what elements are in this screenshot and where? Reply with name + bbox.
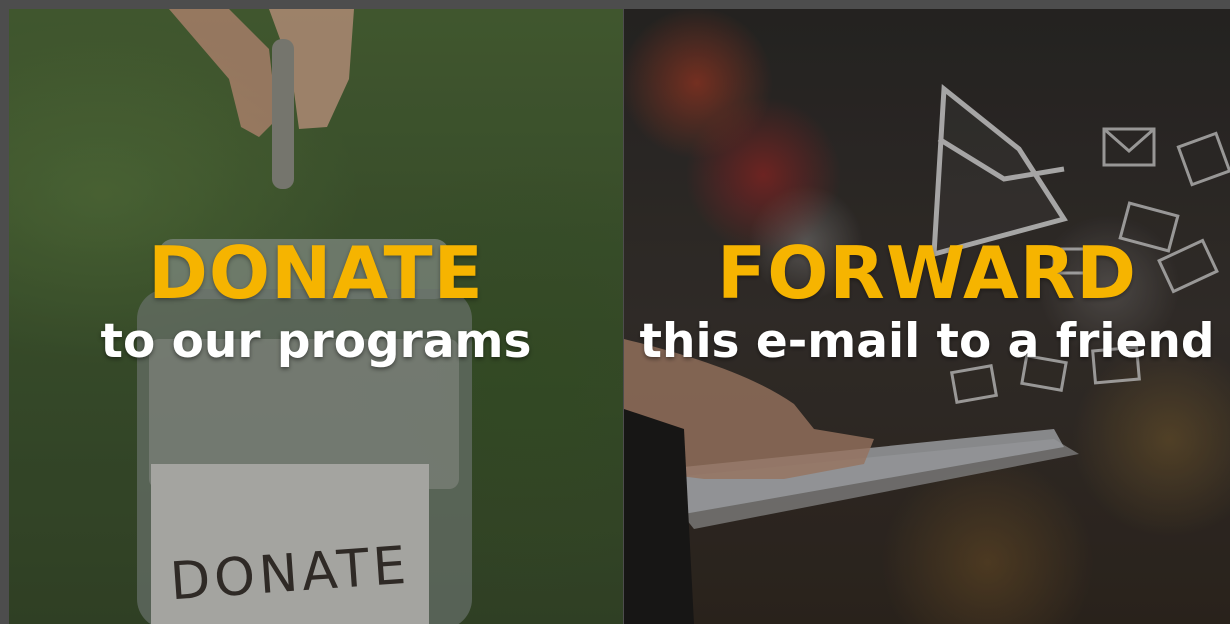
donate-headline: DONATE	[148, 231, 484, 315]
forward-subtext: this e-mail to a friend	[639, 314, 1215, 369]
forward-panel[interactable]: FORWARD this e-mail to a friend	[624, 9, 1230, 624]
donate-panel[interactable]: DONATE DONATE to our programs	[9, 9, 623, 624]
forward-headline: FORWARD	[717, 231, 1137, 315]
donate-subtext: to our programs	[100, 314, 532, 369]
email-banner: DONATE DONATE to our programs FORWARD th…	[0, 0, 1230, 624]
